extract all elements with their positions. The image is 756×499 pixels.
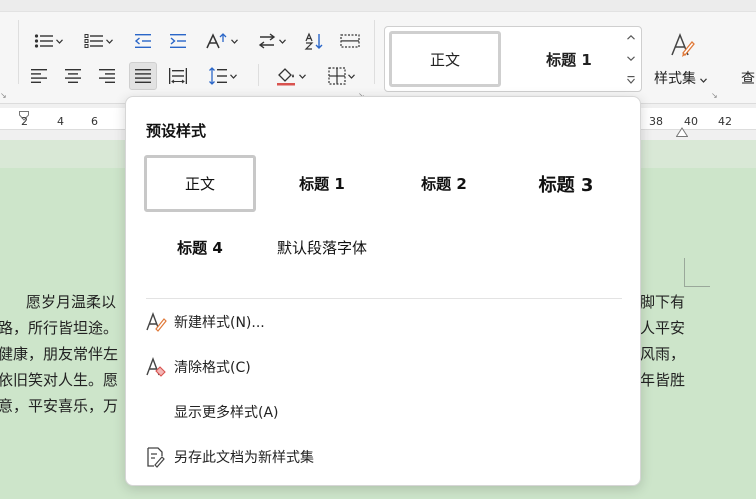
- chevron-down-icon: [230, 38, 238, 44]
- ribbon: ↘ ↘ ↘ 正文 标题 1 样式集 查: [0, 0, 756, 104]
- chevron-down-icon: [298, 73, 306, 79]
- table-border-icon: [340, 33, 360, 49]
- chevron-down-icon: [105, 38, 113, 44]
- new-style-icon: [144, 310, 168, 334]
- save-style-set-icon: [144, 445, 168, 469]
- gallery-scroll-down-icon[interactable]: [625, 51, 637, 65]
- style-set-icon: [669, 31, 695, 59]
- menu-item-label: 另存此文档为新样式集: [174, 450, 314, 466]
- distributed-align-icon: [169, 68, 187, 84]
- align-right-button[interactable]: [94, 63, 120, 89]
- ruler-number: 2: [21, 115, 28, 128]
- shading-button[interactable]: [270, 63, 310, 89]
- style-gallery: 正文 标题 1: [384, 26, 642, 92]
- margin-corner-mark: [684, 258, 685, 286]
- group-separator: [374, 20, 375, 84]
- group-separator: [258, 64, 259, 86]
- style-set-button[interactable]: [668, 28, 696, 62]
- document-text-line: 风雨，: [640, 345, 686, 363]
- align-right-icon: [99, 69, 115, 83]
- distributed-align-button[interactable]: [165, 63, 191, 89]
- document-text-line: 脚下有: [640, 293, 686, 311]
- preset-style-default-paragraph-font[interactable]: 默认段落字体: [266, 219, 378, 276]
- menu-item-label: 新建样式(N)...: [174, 315, 265, 331]
- sort-icon: [304, 32, 326, 50]
- preset-style-heading-2[interactable]: 标题 2: [388, 155, 500, 212]
- decrease-indent-icon: [134, 33, 152, 49]
- preset-style-heading-3[interactable]: 标题 3: [510, 155, 622, 212]
- gallery-style-body[interactable]: 正文: [389, 31, 501, 87]
- menu-item-label: 显示更多样式(A): [174, 405, 279, 421]
- chevron-down-icon: [55, 38, 63, 44]
- panel-divider: [146, 298, 622, 299]
- decrease-indent-button[interactable]: [130, 28, 156, 54]
- align-center-button[interactable]: [60, 63, 86, 89]
- group-separator: [18, 20, 19, 84]
- margin-corner-mark: [684, 286, 710, 287]
- preset-style-body[interactable]: 正文: [144, 155, 256, 212]
- dialog-launcher-icon[interactable]: ↘: [0, 91, 7, 100]
- gallery-scroll-up-icon[interactable]: [625, 30, 637, 44]
- line-spacing-button[interactable]: [202, 63, 242, 89]
- save-style-set-menu-item[interactable]: 另存此文档为新样式集: [144, 442, 624, 472]
- preset-style-heading-1[interactable]: 标题 1: [266, 155, 378, 212]
- document-text-line: 意，平安喜乐，万: [0, 397, 119, 415]
- chevron-down-icon: [278, 38, 286, 44]
- bullet-list-icon: [34, 33, 54, 49]
- borders-button[interactable]: [322, 63, 360, 89]
- bullet-list-button[interactable]: [30, 28, 66, 54]
- document-text-line: 路，所行皆坦途。: [0, 319, 119, 337]
- change-case-icon: [205, 32, 229, 50]
- align-center-icon: [65, 69, 81, 83]
- find-label[interactable]: 查: [741, 68, 755, 88]
- text-direction-icon: [257, 33, 277, 49]
- clear-format-icon: [144, 355, 168, 379]
- align-left-button[interactable]: [26, 63, 52, 89]
- increase-indent-button[interactable]: [165, 28, 191, 54]
- document-text-line: 依旧笑对人生。愿: [0, 371, 119, 389]
- gallery-more-icon[interactable]: [625, 73, 637, 87]
- sort-button[interactable]: [300, 28, 330, 54]
- dialog-launcher-icon[interactable]: ↘: [711, 91, 718, 100]
- document-text-line: 人平安: [640, 319, 686, 337]
- panel-title: 预设样式: [146, 122, 207, 140]
- gallery-style-heading-1[interactable]: 标题 1: [515, 31, 623, 87]
- borders-icon: [327, 67, 346, 85]
- text-direction-button[interactable]: [253, 28, 289, 54]
- show-more-styles-menu-item[interactable]: 显示更多样式(A): [144, 397, 624, 427]
- right-indent-icon[interactable]: [675, 122, 689, 141]
- ruler-number: 42: [718, 115, 732, 128]
- numbered-list-icon: [84, 33, 104, 49]
- document-text-line: 愿岁月温柔以: [26, 293, 117, 311]
- line-spacing-icon: [208, 67, 228, 85]
- increase-indent-icon: [169, 33, 187, 49]
- change-case-button[interactable]: [201, 28, 241, 54]
- ruler-number: 4: [57, 115, 64, 128]
- ruler-number: 6: [91, 115, 98, 128]
- clear-format-menu-item[interactable]: 清除格式(C): [144, 352, 624, 382]
- document-text-line: 健康，朋友常伴左: [0, 345, 119, 363]
- show-marks-button[interactable]: [337, 28, 363, 54]
- chevron-down-icon: [700, 71, 708, 87]
- new-style-menu-item[interactable]: 新建样式(N)...: [144, 307, 624, 337]
- ruler-number: 38: [649, 115, 663, 128]
- numbered-list-button[interactable]: [80, 28, 116, 54]
- preset-style-heading-4[interactable]: 标题 4: [144, 219, 256, 276]
- preset-styles-panel: 预设样式 正文 标题 1 标题 2 标题 3 标题 4 默认段落字体 新建样式(…: [125, 96, 641, 486]
- menu-item-label: 清除格式(C): [174, 360, 251, 376]
- paint-bucket-icon: [275, 66, 297, 86]
- justify-icon: [135, 69, 151, 83]
- ribbon-top-strip: [0, 0, 756, 12]
- justify-button[interactable]: [129, 62, 157, 90]
- align-left-icon: [31, 69, 47, 83]
- style-set-label[interactable]: 样式集: [654, 68, 708, 88]
- chevron-down-icon: [229, 73, 237, 79]
- document-text-line: 年皆胜: [640, 371, 686, 389]
- chevron-down-icon: [347, 73, 355, 79]
